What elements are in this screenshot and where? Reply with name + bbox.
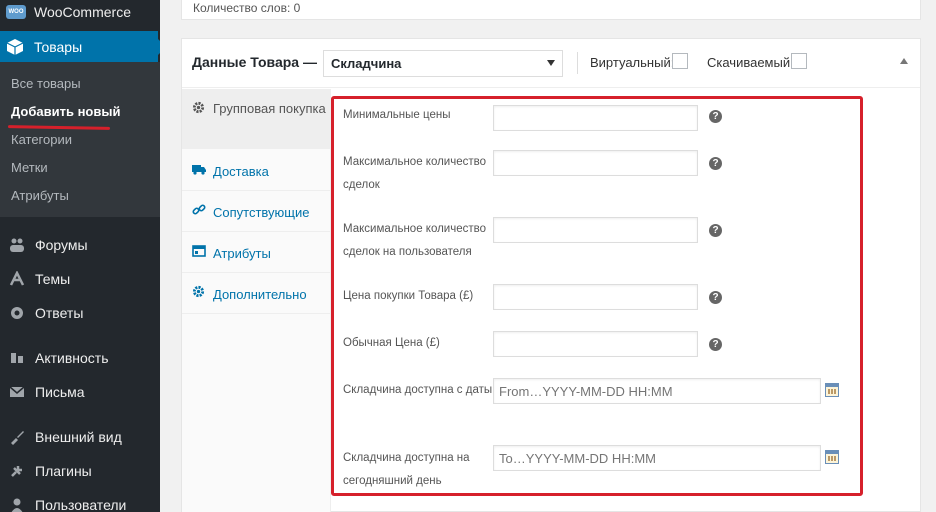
help-icon[interactable]: ? — [709, 291, 722, 304]
help-icon[interactable]: ? — [709, 110, 722, 123]
word-count-bar: Количество слов: 0 — [181, 0, 921, 20]
min-price-input[interactable] — [493, 105, 698, 131]
tab-shipping[interactable]: Доставка — [182, 150, 330, 191]
truck-icon — [192, 162, 206, 176]
field-min-price-label: Минимальные цены — [343, 109, 451, 121]
word-count: Количество слов: 0 — [193, 1, 301, 15]
virtual-checkbox[interactable] — [672, 53, 688, 69]
submenu-categories[interactable]: Категории — [11, 132, 72, 147]
tab-linked-products[interactable]: Сопутствующие — [182, 191, 330, 232]
chevron-down-icon — [547, 60, 555, 66]
tab-linked-products-label: Сопутствующие — [213, 205, 310, 220]
gear-icon — [192, 101, 206, 115]
submenu-all-products[interactable]: Все товары — [11, 76, 81, 91]
max-deals-per-user-input[interactable] — [493, 217, 698, 243]
tab-attributes[interactable]: Атрибуты — [182, 232, 330, 273]
link-icon — [192, 203, 206, 217]
date-from-input[interactable] — [493, 378, 821, 404]
field-date-to-label: Складчина доступна на сегодняшний день — [343, 452, 470, 487]
plugins-icon — [7, 461, 27, 481]
menu-woocommerce[interactable]: WOO WooCommerce — [0, 0, 160, 24]
menu-forums[interactable]: Форумы — [0, 228, 160, 262]
menu-activity[interactable]: Активность — [0, 341, 160, 375]
menu-products[interactable]: Товары — [0, 31, 160, 62]
regular-price-input[interactable] — [493, 331, 698, 357]
tab-advanced[interactable]: Дополнительно — [182, 273, 330, 314]
menu-woocommerce-label: WooCommerce — [34, 4, 131, 20]
product-data-panel: Данные Товара — Складчина Виртуальный: С… — [181, 38, 921, 512]
users-icon — [7, 495, 27, 512]
field-date-from-label: Складчина доступна с даты — [343, 384, 493, 396]
max-deals-input[interactable] — [493, 150, 698, 176]
box-icon — [6, 38, 24, 56]
field-regular-price-label: Обычная Цена (£) — [343, 337, 440, 349]
menu-activity-label: Активность — [35, 350, 109, 366]
date-to-input[interactable] — [493, 445, 821, 471]
table-icon — [192, 244, 206, 258]
submenu-attributes[interactable]: Атрибуты — [11, 188, 69, 203]
menu-users-label: Пользователи — [35, 497, 127, 512]
woocommerce-icon: WOO — [6, 5, 26, 19]
help-icon[interactable]: ? — [709, 224, 722, 237]
emails-icon — [7, 382, 27, 402]
tab-group-purchase-label: Групповая покупка — [213, 101, 326, 116]
virtual-label: Виртуальный: — [590, 55, 675, 70]
product-type-value: Складчина — [331, 56, 402, 71]
appearance-icon — [7, 427, 27, 447]
header-divider — [577, 52, 578, 74]
activity-icon — [7, 348, 27, 368]
menu-plugins-label: Плагины — [35, 463, 92, 479]
menu-topics-label: Темы — [35, 271, 71, 287]
menu-plugins[interactable]: Плагины — [0, 454, 160, 488]
menu-users[interactable]: Пользователи — [0, 488, 160, 512]
menu-appearance[interactable]: Внешний вид — [0, 420, 160, 454]
product-type-select[interactable]: Складчина — [323, 50, 563, 77]
collapse-toggle-icon[interactable] — [900, 58, 908, 64]
tab-attributes-label: Атрибуты — [213, 246, 271, 261]
replies-icon — [7, 303, 27, 323]
calendar-icon[interactable] — [825, 450, 839, 464]
forums-icon — [7, 235, 27, 255]
downloadable-checkbox[interactable] — [791, 53, 807, 69]
product-data-tabs: Групповая покупка Доставка Сопутствующие… — [182, 89, 331, 512]
help-icon[interactable]: ? — [709, 338, 722, 351]
field-purchase-price-label: Цена покупки Товара (£) — [343, 290, 474, 302]
menu-appearance-label: Внешний вид — [35, 429, 122, 445]
submenu-tags[interactable]: Метки — [11, 160, 48, 175]
products-submenu: Все товары Добавить новый Категории Метк… — [0, 62, 160, 217]
submenu-add-new[interactable]: Добавить новый — [11, 104, 120, 119]
menu-emails[interactable]: Письма — [0, 375, 160, 409]
field-max-deals-per-user-label: Максимальное количество сделок на пользо… — [343, 223, 486, 258]
active-menu-arrow — [158, 39, 160, 55]
tab-shipping-label: Доставка — [213, 164, 269, 179]
field-max-deals-label: Максимальное количество сделок — [343, 156, 486, 191]
menu-topics[interactable]: Темы — [0, 262, 160, 296]
admin-sidebar: WOO WooCommerce Товары Все товары Добави… — [0, 0, 160, 512]
help-icon[interactable]: ? — [709, 157, 722, 170]
downloadable-label: Скачиваемый: — [707, 55, 794, 70]
product-data-title: Данные Товара — — [192, 54, 317, 70]
purchase-price-input[interactable] — [493, 284, 698, 310]
product-data-header: Данные Товара — Складчина Виртуальный: С… — [182, 39, 920, 88]
topics-icon — [7, 269, 27, 289]
calendar-icon[interactable] — [825, 383, 839, 397]
tab-group-purchase[interactable]: Групповая покупка — [182, 89, 330, 149]
tab-advanced-label: Дополнительно — [213, 287, 307, 302]
menu-replies-label: Ответы — [35, 305, 84, 321]
menu-emails-label: Письма — [35, 384, 85, 400]
gear-icon — [192, 285, 206, 299]
menu-replies[interactable]: Ответы — [0, 296, 160, 330]
menu-products-label: Товары — [34, 38, 83, 55]
menu-forums-label: Форумы — [35, 237, 88, 253]
